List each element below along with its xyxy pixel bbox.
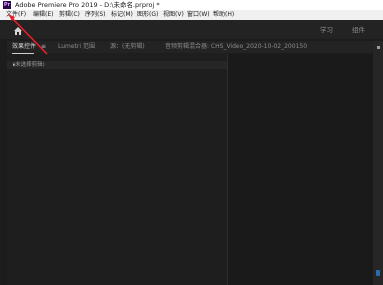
annotation-arrow <box>8 14 48 55</box>
